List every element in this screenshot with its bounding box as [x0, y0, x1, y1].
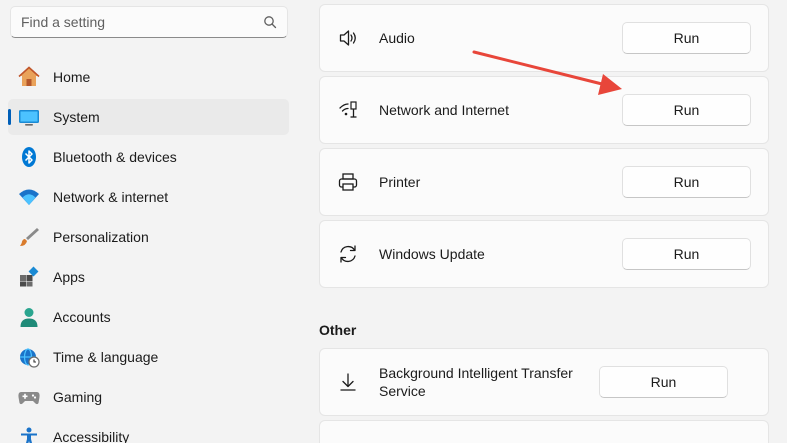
troubleshooter-card-bits: Background Intelligent Transfer Service …: [319, 348, 769, 416]
sidebar-item-personalization[interactable]: Personalization: [8, 219, 289, 255]
troubleshooter-card-printer: Printer Run: [319, 148, 769, 216]
section-title-other: Other: [319, 322, 357, 338]
sidebar-item-time-language[interactable]: Time & language: [8, 339, 289, 375]
globe-clock-icon: [18, 346, 40, 368]
sidebar-item-label: Home: [53, 69, 91, 85]
sidebar-item-label: Personalization: [53, 229, 149, 245]
sidebar-item-label: Accessibility: [53, 429, 130, 443]
sidebar-item-label: Time & language: [53, 349, 159, 365]
search-box[interactable]: Find a setting: [10, 6, 288, 38]
download-icon: [337, 371, 359, 393]
sidebar-item-accounts[interactable]: Accounts: [8, 299, 289, 335]
home-icon: [18, 66, 40, 88]
main-content: Audio Run Network and Internet Run Print…: [300, 0, 787, 443]
run-printer-button[interactable]: Run: [622, 166, 751, 198]
run-network-button[interactable]: Run: [622, 94, 751, 126]
sidebar-item-gaming[interactable]: Gaming: [8, 379, 289, 415]
sidebar-nav: Home System Bluetooth & devices Network …: [8, 59, 289, 443]
sync-icon: [337, 243, 359, 265]
troubleshooter-label: Audio: [379, 30, 415, 46]
sidebar-item-label: Accounts: [53, 309, 111, 325]
troubleshooter-card-partial: [319, 420, 769, 443]
search-icon[interactable]: [257, 11, 283, 33]
speaker-icon: [337, 27, 359, 49]
run-bits-button[interactable]: Run: [599, 366, 728, 398]
troubleshooter-card-audio: Audio Run: [319, 4, 769, 72]
sidebar-item-label: Gaming: [53, 389, 103, 405]
gamepad-icon: [18, 386, 40, 408]
sidebar-item-accessibility[interactable]: Accessibility: [8, 419, 289, 443]
sidebar-item-home[interactable]: Home: [8, 59, 289, 95]
troubleshooter-card-windows-update: Windows Update Run: [319, 220, 769, 288]
sidebar-item-system[interactable]: System: [8, 99, 289, 135]
sidebar-item-label: Network & internet: [53, 189, 169, 205]
apps-icon: [18, 266, 40, 288]
run-audio-button[interactable]: Run: [622, 22, 751, 54]
troubleshooter-label: Background Intelligent Transfer Service: [379, 365, 573, 399]
sidebar-item-apps[interactable]: Apps: [8, 259, 289, 295]
brush-icon: [18, 226, 40, 248]
troubleshooter-label: Network and Internet: [379, 102, 509, 118]
sidebar-item-label: Apps: [53, 269, 85, 285]
person-icon: [18, 306, 40, 328]
sidebar-item-bluetooth[interactable]: Bluetooth & devices: [8, 139, 289, 175]
troubleshooter-label: Windows Update: [379, 246, 485, 262]
sidebar-item-network[interactable]: Network & internet: [8, 179, 289, 215]
monitor-icon: [18, 106, 40, 128]
sidebar: Find a setting Home System Bluetooth & d…: [0, 0, 300, 443]
sidebar-item-label: Bluetooth & devices: [53, 149, 177, 165]
bluetooth-icon: [18, 146, 40, 168]
wifi-icon: [18, 186, 40, 208]
accessibility-icon: [18, 426, 40, 443]
run-windows-update-button[interactable]: Run: [622, 238, 751, 270]
sidebar-item-label: System: [53, 109, 100, 125]
search-input[interactable]: Find a setting: [11, 14, 257, 30]
network-icon: [337, 99, 359, 121]
troubleshooter-card-network: Network and Internet Run: [319, 76, 769, 144]
printer-icon: [337, 171, 359, 193]
troubleshooter-label: Printer: [379, 174, 421, 190]
